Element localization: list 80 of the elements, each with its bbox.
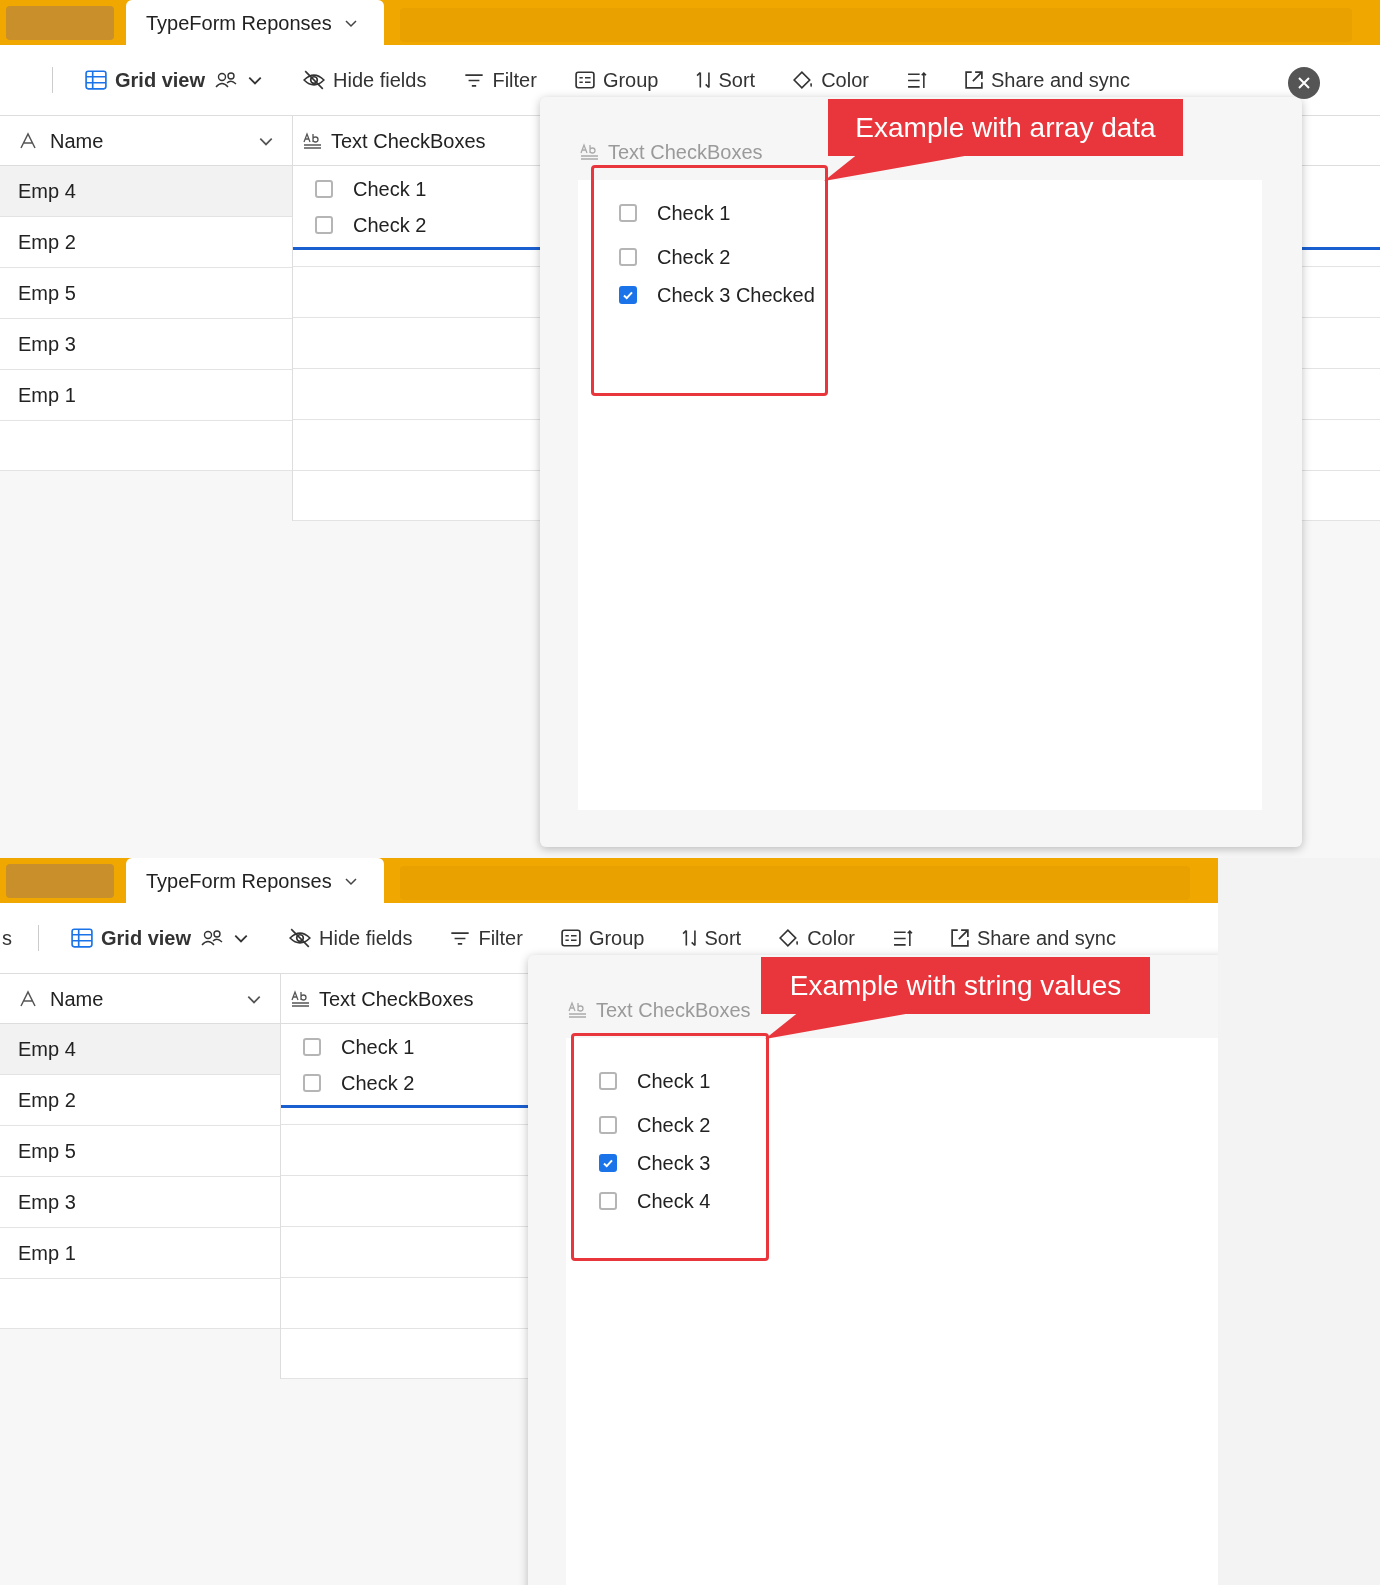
text-field-icon: [568, 1001, 588, 1019]
table-cell[interactable]: Emp 5: [0, 1126, 280, 1177]
share-icon: [950, 929, 969, 947]
text-field-icon: [580, 143, 600, 161]
close-icon: [1296, 75, 1312, 91]
toolbar-icon-button[interactable]: [892, 930, 913, 946]
table-cell[interactable]: Emp 3: [0, 319, 292, 370]
table-cell[interactable]: Emp 4: [0, 1024, 280, 1075]
checkbox[interactable]: [315, 215, 333, 234]
checkbox-label: Check 2: [637, 1113, 711, 1138]
checkbox[interactable]: [303, 1073, 321, 1092]
checkbox[interactable]: [315, 179, 333, 198]
eye-slash-icon: [289, 928, 312, 948]
grid-icon: [85, 70, 107, 90]
text-field-icon: [303, 131, 323, 150]
table-cell[interactable]: Emp 2: [0, 217, 292, 268]
toolbar-button[interactable]: Share and sync: [950, 923, 1116, 953]
group-icon: [574, 71, 595, 89]
table-tab[interactable]: TypeForm Reponses: [126, 0, 384, 45]
toolbar-button[interactable]: Sort: [696, 65, 756, 95]
group-icon: [560, 929, 581, 947]
filter-icon: [450, 931, 471, 945]
toolbar-button[interactable]: Hide fields: [289, 923, 413, 953]
eye-slash-icon: [303, 70, 326, 90]
field-label: Text CheckBoxes: [596, 998, 751, 1023]
checkbox[interactable]: [599, 1116, 617, 1134]
column-header[interactable]: Name: [0, 116, 292, 166]
toolbar-button[interactable]: Group: [560, 923, 645, 953]
table-cell[interactable]: Emp 2: [0, 1075, 280, 1126]
text-field-icon: [291, 989, 311, 1008]
view-switcher[interactable]: Grid view: [85, 65, 264, 95]
share-icon: [964, 71, 983, 89]
sort-icon: [696, 71, 711, 89]
checkbox[interactable]: [599, 1154, 617, 1172]
grid-icon: [71, 928, 93, 948]
checkbox-label: Check 2: [657, 245, 731, 270]
toolbar-button[interactable]: Color: [793, 65, 869, 95]
paint-bucket-icon: [793, 71, 814, 89]
check-icon: [622, 289, 634, 301]
toolbar-item[interactable]: s: [2, 923, 12, 953]
checkbox[interactable]: [599, 1072, 617, 1090]
checkbox[interactable]: [619, 286, 637, 304]
checkbox[interactable]: [619, 204, 637, 222]
table-cell[interactable]: Emp 1: [0, 370, 292, 421]
checkbox-label: Check 1: [341, 1034, 415, 1060]
toolbar-button[interactable]: Sort: [682, 923, 742, 953]
table-tab[interactable]: TypeForm Reponses: [126, 858, 384, 903]
checkbox[interactable]: [303, 1037, 321, 1056]
checkbox-label: Check 1: [657, 201, 731, 226]
view-switcher[interactable]: Grid view: [71, 923, 250, 953]
text-type-icon: [18, 130, 38, 151]
checkbox-label: Check 1: [637, 1069, 711, 1094]
checkbox[interactable]: [599, 1192, 617, 1210]
filter-icon: [464, 73, 485, 87]
checkbox-label: Check 3 Checked: [657, 283, 815, 308]
table-cell[interactable]: Emp 1: [0, 1228, 280, 1279]
row-height-icon: [906, 72, 927, 88]
toolbar-button[interactable]: Filter: [464, 65, 537, 95]
row-height-icon: [892, 930, 913, 946]
checkbox-label: Check 2: [353, 212, 427, 238]
toolbar-button[interactable]: Color: [779, 923, 855, 953]
field-label: Text CheckBoxes: [608, 140, 763, 165]
check-icon: [602, 1157, 614, 1169]
checkbox-label: Check 4: [637, 1189, 711, 1214]
checkbox-label: Check 3: [637, 1151, 711, 1176]
toolbar-button[interactable]: Share and sync: [964, 65, 1130, 95]
toolbar-icon-button[interactable]: [906, 72, 927, 88]
table-cell[interactable]: Emp 3: [0, 1177, 280, 1228]
sort-icon: [682, 929, 697, 947]
column-header[interactable]: Name: [0, 974, 280, 1024]
toolbar-button[interactable]: Group: [574, 65, 659, 95]
checkbox-label: Check 2: [341, 1070, 415, 1096]
toolbar-button[interactable]: Filter: [450, 923, 523, 953]
checkbox-label: Check 1: [353, 176, 427, 202]
paint-bucket-icon: [779, 929, 800, 947]
toolbar-button[interactable]: Hide fields: [303, 65, 427, 95]
checkbox[interactable]: [619, 248, 637, 266]
table-cell[interactable]: Emp 5: [0, 268, 292, 319]
table-cell[interactable]: Emp 4: [0, 166, 292, 217]
text-type-icon: [18, 988, 38, 1009]
